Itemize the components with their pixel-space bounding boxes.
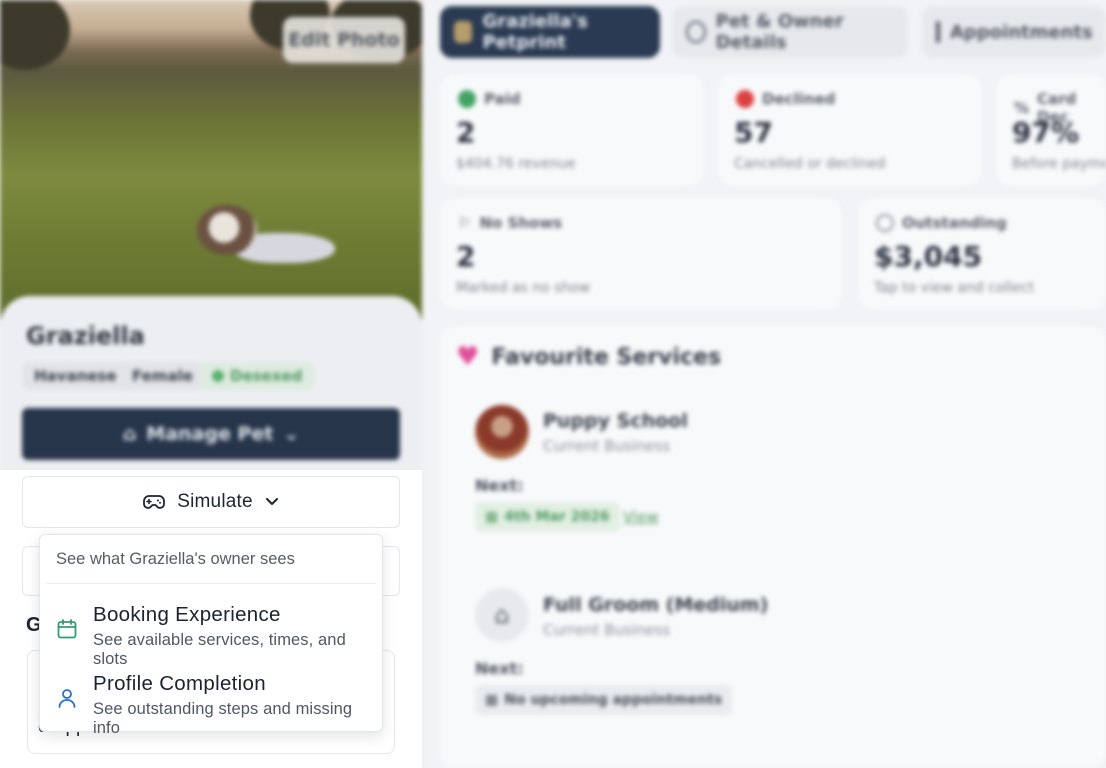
heart-icon: ♥ — [456, 342, 480, 372]
tab-appointments[interactable]: Appointments — [922, 6, 1106, 58]
service-business: Current Business — [543, 437, 671, 455]
check-circle-icon — [458, 90, 476, 108]
chevron-down-icon — [265, 498, 278, 505]
user-icon — [58, 689, 76, 708]
favourites-title: ♥ Favourite Services — [456, 342, 721, 372]
edit-photo-button[interactable]: Edit Photo — [283, 17, 405, 63]
next-date-chip: ▦ No upcoming appointments — [475, 685, 733, 715]
stat-declined[interactable]: Declined 57 Cancelled or declined — [718, 74, 982, 186]
stat-label: No Shows — [479, 214, 563, 232]
stat-sub: Cancelled or declined — [734, 156, 886, 172]
stat-no-shows[interactable]: ⚐ No Shows 2 Marked as no show — [440, 198, 842, 310]
calendar-icon: ▦ — [485, 692, 499, 708]
simulate-button[interactable]: Simulate — [22, 476, 400, 528]
option-description: See outstanding steps and missing info — [93, 700, 353, 737]
stat-value: $3,045 — [874, 240, 983, 273]
service-business: Current Business — [543, 621, 671, 639]
stat-value: 97% — [1012, 116, 1080, 149]
desexed-badge: Desexed — [200, 362, 315, 390]
stat-paid[interactable]: Paid 2 $404.76 revenue — [440, 74, 704, 186]
stat-outstanding[interactable]: Outstanding $3,045 Tap to view and colle… — [858, 198, 1106, 310]
stat-value: 2 — [456, 240, 476, 273]
dog-image — [195, 205, 345, 265]
tab-details-label: Pet & Owner Details — [715, 11, 844, 53]
option-title: Profile Completion — [93, 672, 266, 695]
dropdown-header: See what Graziella's owner sees — [56, 550, 295, 568]
stat-value: 2 — [456, 116, 476, 149]
status-dot-icon — [212, 370, 224, 382]
simulate-label: Simulate — [177, 491, 253, 512]
desexed-label: Desexed — [230, 367, 303, 385]
next-date-text: 4th Mar 2026 — [504, 509, 610, 525]
option-booking-experience[interactable]: Booking Experience See available service… — [41, 599, 381, 668]
percent-icon: % — [1014, 99, 1030, 117]
stat-sub: Before paymen — [1012, 156, 1106, 172]
breed-tag: Havanese — [22, 362, 129, 390]
tab-petprint-label: Graziella's Petprint — [482, 11, 588, 53]
info-icon — [686, 21, 706, 43]
calendar-icon — [57, 619, 77, 639]
simulate-dropdown: See what Graziella's owner sees Booking … — [39, 534, 383, 737]
chevron-down-icon: ⌄ — [283, 423, 300, 445]
stat-label: Paid — [484, 90, 521, 108]
stat-card-declined[interactable]: %Card Dec 97% Before paymen — [996, 74, 1106, 186]
service-name: Full Groom (Medium) — [543, 594, 769, 616]
x-circle-icon — [736, 90, 754, 108]
calendar-icon — [936, 21, 940, 43]
pet-photo: Edit Photo — [0, 0, 422, 320]
manage-pet-label: Manage Pet — [146, 423, 274, 445]
tab-pet-owner-details[interactable]: Pet & Owner Details — [672, 6, 908, 58]
stat-label: Declined — [762, 90, 836, 108]
stat-label: Outstanding — [902, 214, 1007, 232]
view-link[interactable]: View — [623, 508, 659, 526]
pet-name: Graziella — [26, 322, 145, 350]
option-profile-completion[interactable]: Profile Completion See outstanding steps… — [41, 668, 381, 737]
service-thumbnail — [475, 405, 529, 459]
manage-pet-button[interactable]: ⌂ Manage Pet ⌄ — [22, 408, 400, 460]
lock-icon: ⌂ — [122, 423, 137, 445]
next-date-text: No upcoming appointments — [504, 692, 723, 708]
option-description: See available services, times, and slots — [93, 631, 346, 668]
gamepad-icon — [143, 495, 166, 509]
next-label: Next: — [475, 476, 524, 495]
tab-appointments-label: Appointments — [950, 21, 1093, 43]
walking-icon: ⚐ — [458, 214, 472, 232]
dropdown-divider — [46, 583, 376, 584]
next-label: Next: — [475, 659, 524, 678]
option-title: Booking Experience — [93, 603, 281, 626]
service-name: Puppy School — [543, 410, 688, 432]
tag-icon: ⌂ — [475, 588, 529, 642]
favourites-title-text: Favourite Services — [491, 344, 722, 370]
tab-petprint[interactable]: Graziella's Petprint — [440, 6, 660, 58]
stat-sub: Tap to view and collect — [874, 280, 1034, 296]
calendar-icon: ▦ — [485, 509, 499, 525]
clock-icon — [876, 214, 894, 232]
next-date-chip: ▦ 4th Mar 2026 — [475, 502, 620, 532]
stat-value: 57 — [734, 116, 773, 149]
stat-sub: $404.76 revenue — [456, 156, 576, 172]
pet-avatar-icon — [454, 21, 473, 43]
sex-tag: Female — [120, 362, 205, 390]
stat-sub: Marked as no show — [456, 280, 591, 296]
